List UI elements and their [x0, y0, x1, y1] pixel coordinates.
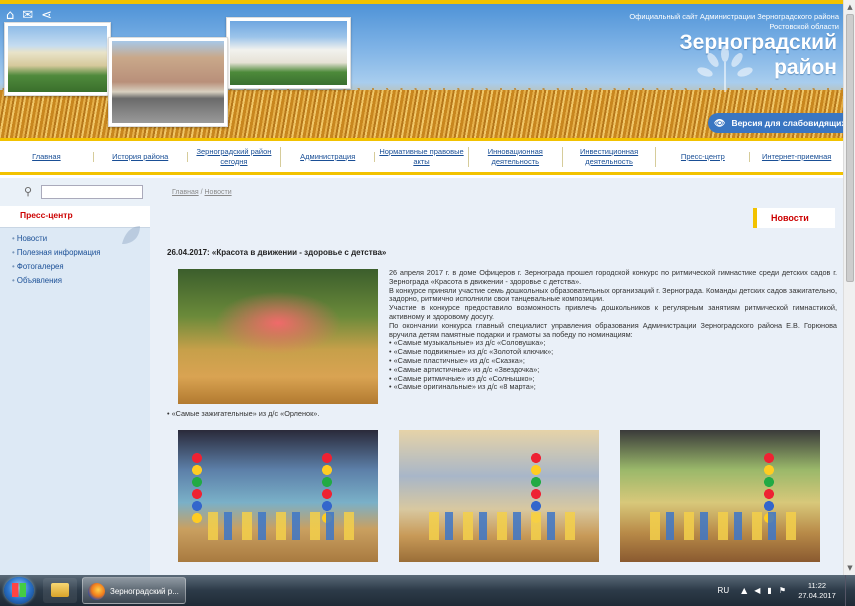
mail-icon[interactable]: ✉ — [22, 9, 33, 22]
share-icon[interactable]: ⋖ — [41, 9, 52, 22]
article-lead-photo[interactable] — [178, 269, 378, 404]
sidebar-item-announcements[interactable]: Объявления — [0, 274, 150, 288]
sidebar-item-photo-gallery[interactable]: Фотогалерея — [0, 260, 150, 274]
low-vision-version-button[interactable]: 👁 Версия для слабовидящих — [708, 113, 843, 133]
taskbar-window-title: Зерноградский р... — [110, 587, 179, 596]
main-content: Главная / Новости Новости 26.04.2017: «К… — [150, 178, 843, 575]
sidebar-menu: Новости Полезная информация Фотогалерея … — [0, 232, 150, 288]
sidebar-item-news[interactable]: Новости — [0, 232, 150, 246]
nav-history[interactable]: История района — [94, 151, 188, 162]
taskbar-clock[interactable]: 11:22 27.04.2017 — [793, 581, 841, 601]
nomination-item-last: «Самые зажигательные» из д/с «Орленок». — [167, 409, 320, 418]
clock-date: 27.04.2017 — [798, 590, 836, 600]
nav-legal-acts[interactable]: Нормативные правовые акты — [375, 146, 469, 167]
dancers — [640, 512, 800, 540]
site-header: ⌂ ✉ ⋖ Официальный сайт Администрации Зер… — [0, 0, 843, 138]
sidebar-item-useful-info[interactable]: Полезная информация — [0, 246, 150, 260]
gallery-photo-3[interactable] — [620, 430, 820, 562]
windows-taskbar: Зерноградский р... RU ▲ ◀ ▮ ⚑ 11:22 27.0… — [0, 575, 855, 606]
folder-icon — [51, 583, 69, 597]
wheat-emblem-icon — [697, 46, 753, 92]
nav-investment[interactable]: Инвестиционная деятельность — [563, 146, 657, 167]
scroll-down-arrow-icon[interactable]: ▼ — [845, 562, 855, 574]
article-body: 26 апреля 2017 г. в доме Офицеров г. Зер… — [389, 268, 837, 392]
nav-internet-reception[interactable]: Интернет-приемная — [750, 152, 843, 162]
breadcrumb: Главная / Новости — [172, 189, 232, 196]
gallery-photo-2[interactable] — [399, 430, 599, 562]
header-photo-white-building — [226, 17, 351, 89]
article-title: 26.04.2017: «Красота в движении - здоров… — [167, 248, 387, 257]
firefox-icon — [88, 583, 105, 600]
scroll-up-arrow-icon[interactable]: ▲ — [845, 1, 855, 13]
start-button[interactable] — [4, 577, 34, 604]
action-center-flag-icon[interactable]: ⚑ — [779, 586, 786, 595]
article-paragraph: Участие в конкурсе предоставило возможно… — [389, 303, 837, 321]
article-paragraph: По окончании конкурса главный специалист… — [389, 320, 837, 339]
volume-icon[interactable]: ◀ — [754, 586, 760, 595]
nav-district-today[interactable]: Зерноградский район сегодня — [188, 146, 282, 167]
language-indicator[interactable]: RU — [718, 586, 730, 595]
main-navigation: Главная История района Зерноградский рай… — [0, 138, 843, 175]
nav-press-center[interactable]: Пресс-центр — [656, 151, 751, 162]
scroll-thumb[interactable] — [846, 14, 854, 282]
article-paragraph: В конкурсе приняли участие семь дошкольн… — [389, 285, 837, 304]
home-icon[interactable]: ⌂ — [6, 9, 14, 22]
section-title: Новости — [753, 208, 835, 228]
header-top-strip — [0, 0, 843, 4]
network-icon[interactable]: ▮ — [767, 586, 771, 595]
low-vision-label: Версия для слабовидящих — [731, 118, 843, 128]
search-icon[interactable]: ⚲ — [24, 185, 32, 198]
nav-innovation[interactable]: Инновационная деятельность — [469, 146, 563, 167]
show-desktop-button[interactable] — [845, 575, 855, 606]
article-paragraph: 26 апреля 2017 г. в доме Офицеров г. Зер… — [389, 268, 837, 286]
taskbar-firefox-window[interactable]: Зерноградский р... — [82, 577, 186, 604]
tray-expand-icon[interactable]: ▲ — [741, 586, 747, 595]
header-photo-brick-building — [108, 37, 228, 127]
sidebar-heading: Пресс-центр — [20, 210, 73, 220]
clock-time: 11:22 — [807, 580, 827, 590]
header-icon-bar: ⌂ ✉ ⋖ — [6, 9, 52, 22]
search-box: ⚲ — [0, 178, 150, 206]
breadcrumb-current[interactable]: Новости — [205, 189, 232, 196]
nav-administration[interactable]: Администрация — [281, 151, 376, 162]
system-tray: RU ▲ ◀ ▮ ⚑ 11:22 27.04.2017 — [718, 575, 855, 606]
nav-home[interactable]: Главная — [0, 151, 94, 162]
eye-icon: 👁 — [714, 119, 726, 129]
official-site-caption: Официальный сайт Администрации Зерноград… — [629, 12, 839, 31]
left-sidebar: ⚲ Пресс-центр Новости Полезная информаци… — [0, 178, 150, 575]
search-input[interactable] — [41, 185, 143, 199]
windows-logo-icon — [12, 583, 26, 597]
taskbar-explorer-button[interactable] — [43, 578, 77, 603]
page-scrollbar[interactable]: ▲ ▼ — [843, 0, 855, 575]
breadcrumb-home[interactable]: Главная — [172, 189, 199, 196]
header-photo-school — [4, 22, 111, 96]
gallery-photo-1[interactable] — [178, 430, 378, 562]
dancers — [198, 512, 358, 540]
dancers — [419, 512, 579, 540]
nomination-item: «Самые оригинальные» из д/с «8 марта»; — [389, 383, 837, 392]
